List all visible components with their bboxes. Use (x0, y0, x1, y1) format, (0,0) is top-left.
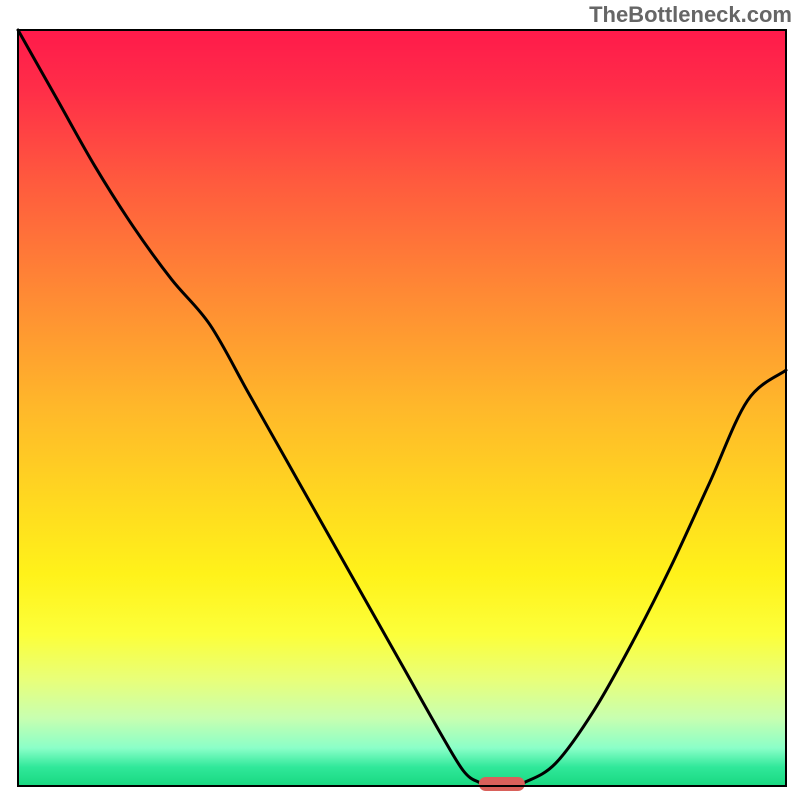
chart-canvas (0, 0, 800, 800)
plot-background (18, 30, 786, 786)
watermark-text: TheBottleneck.com (589, 2, 792, 28)
optimal-marker (479, 777, 525, 791)
bottleneck-chart: TheBottleneck.com (0, 0, 800, 800)
